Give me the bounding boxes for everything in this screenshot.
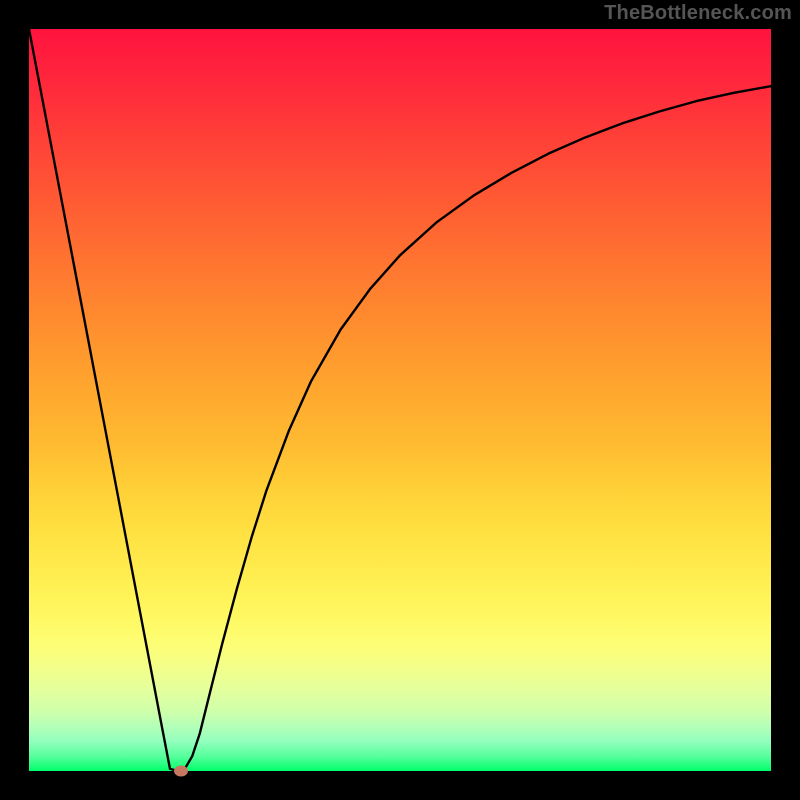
min-marker xyxy=(174,766,188,777)
plot-area xyxy=(29,29,771,771)
watermark-label: TheBottleneck.com xyxy=(604,2,792,25)
chart-frame: TheBottleneck.com xyxy=(0,0,800,800)
gradient-background xyxy=(29,29,771,771)
